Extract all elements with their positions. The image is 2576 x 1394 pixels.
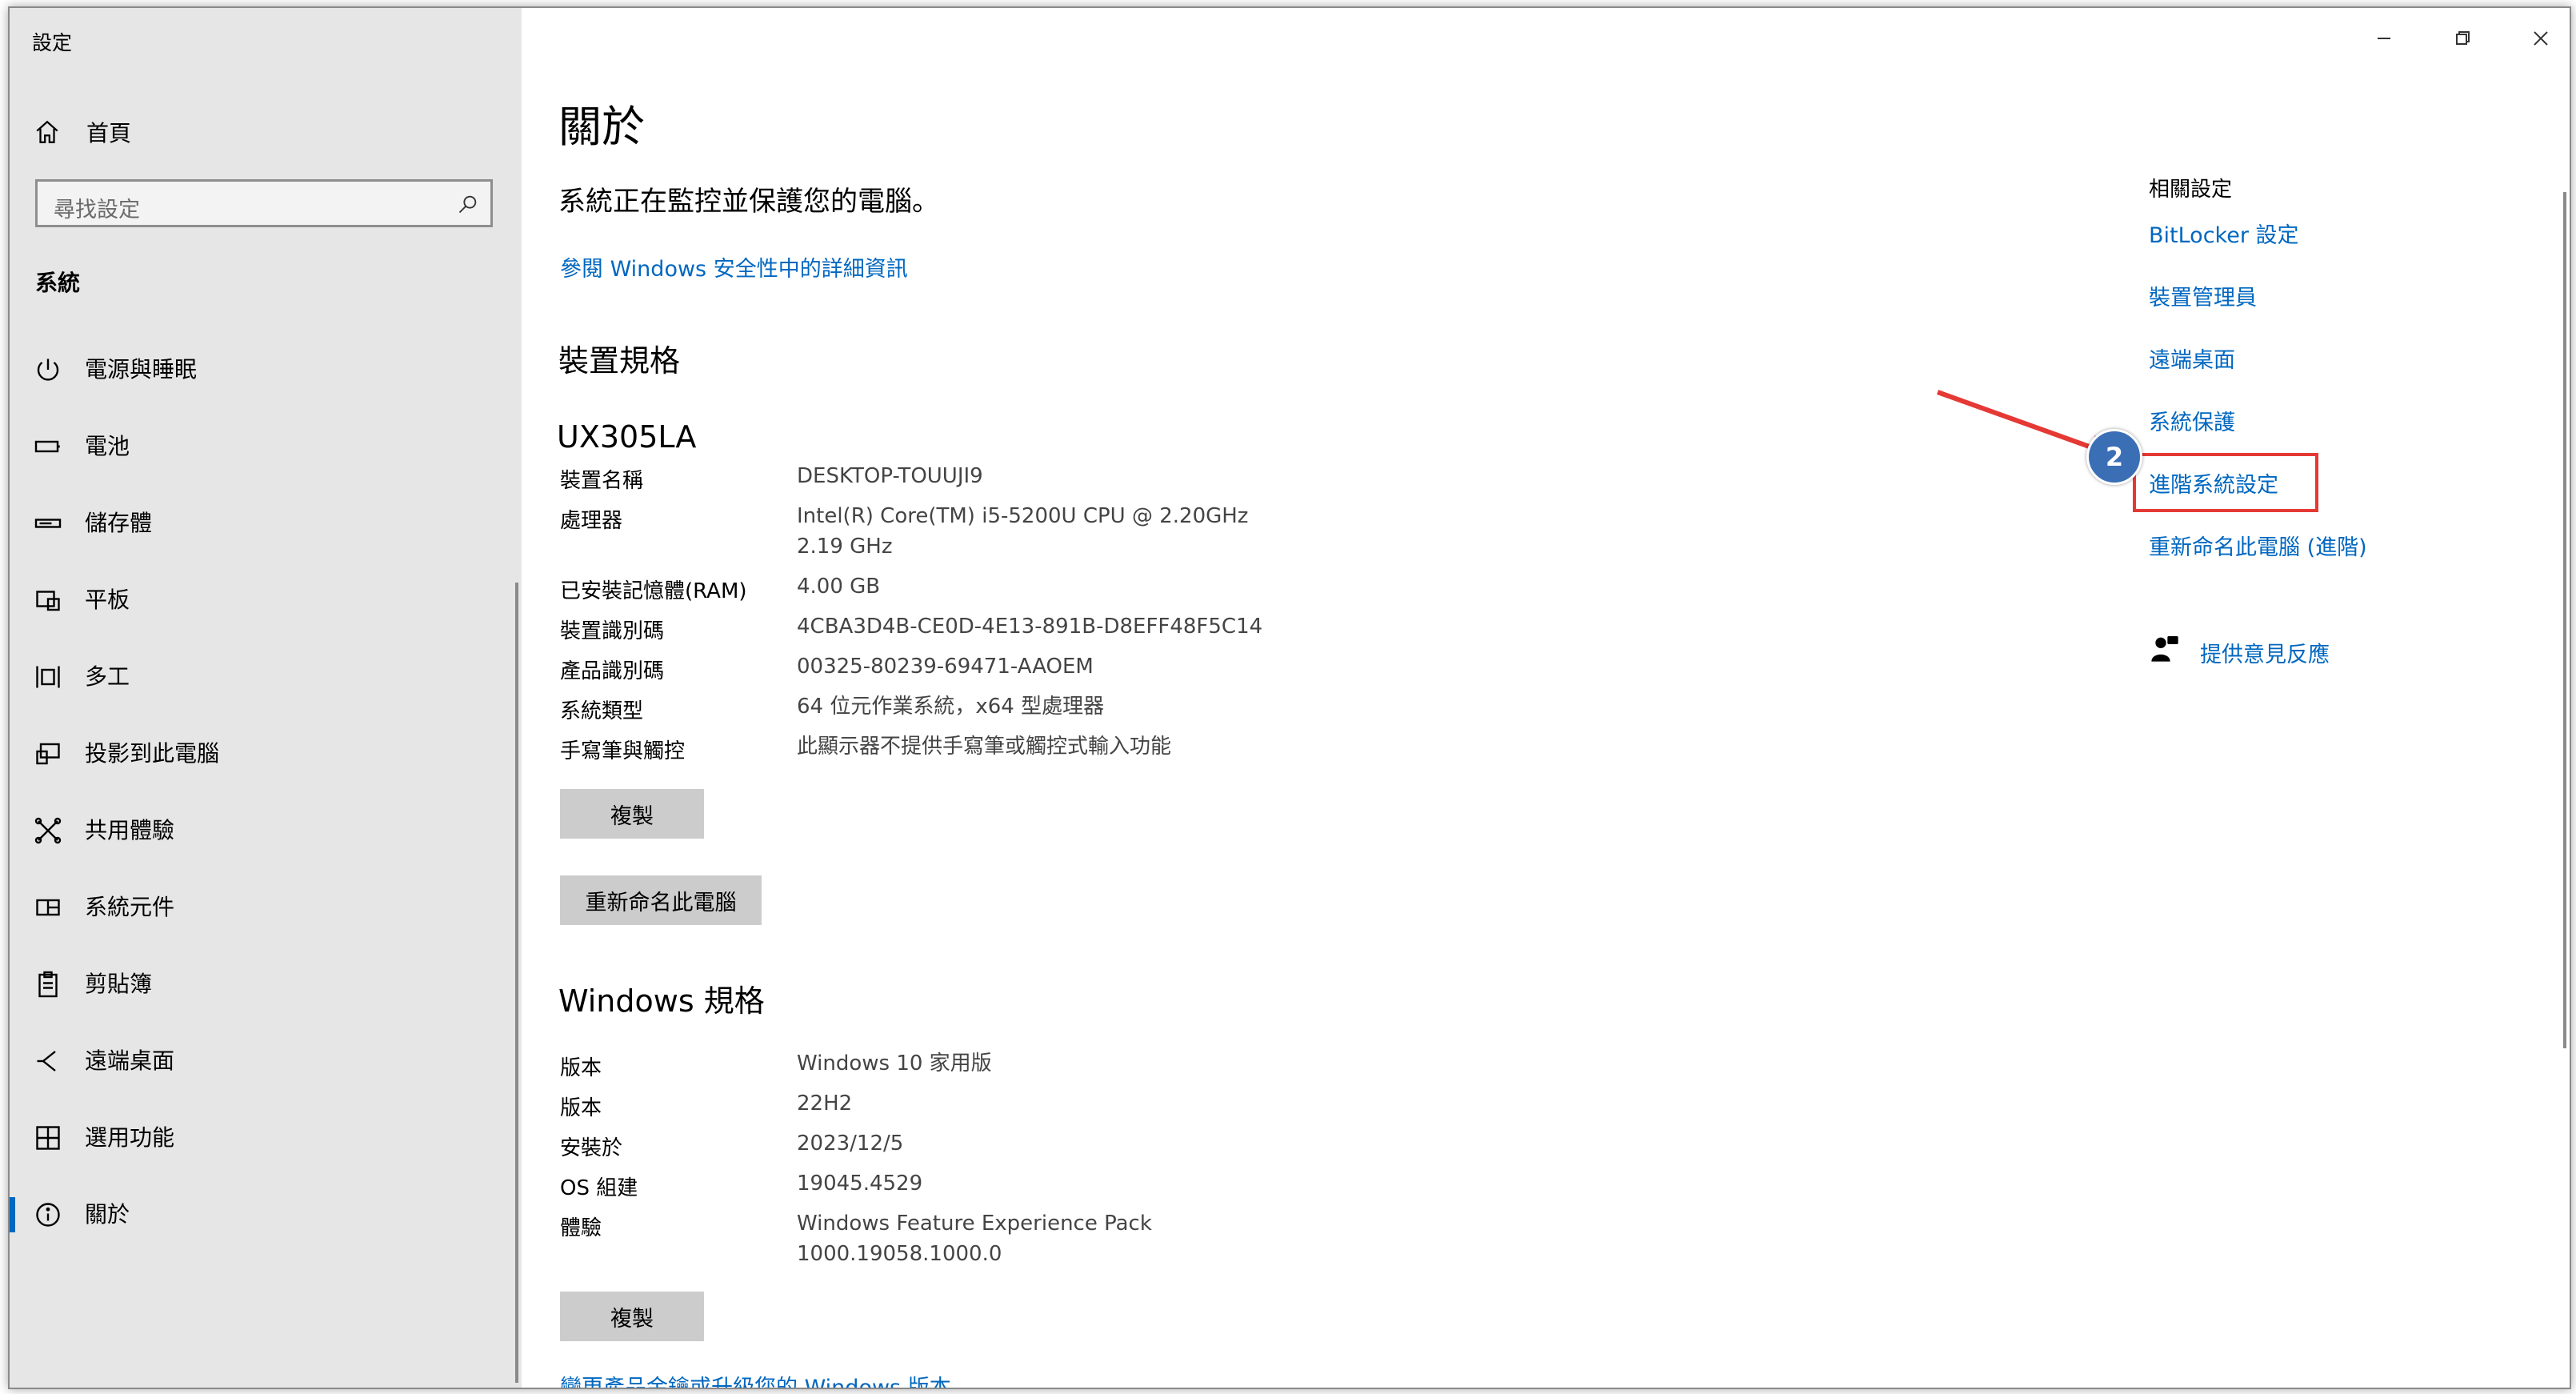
windows-section-title: Windows 規格 xyxy=(558,983,765,1019)
page-title: 關於 xyxy=(558,102,645,152)
spec-label: 安裝於 xyxy=(560,1136,623,1160)
search-input[interactable]: 尋找設定 xyxy=(35,179,493,227)
spec-value: 00325-80239-69471-AAOEM xyxy=(797,655,1094,679)
related-settings-title: 相關設定 xyxy=(2149,178,2233,202)
sidebar-item-shared-experiences[interactable]: 共用體驗 xyxy=(10,799,514,863)
settings-window: 設定 首頁 尋找設定 系統 電源與睡眠 電池 儲存體 平板 多工 投影到此電腦 … xyxy=(8,6,2571,1389)
remote-desktop-link[interactable]: 遠端桌面 xyxy=(2149,342,2235,374)
feedback-icon xyxy=(2151,636,2178,662)
sidebar-item-storage[interactable]: 儲存體 xyxy=(10,491,514,555)
sidebar-item-project[interactable]: 投影到此電腦 xyxy=(10,722,514,786)
spec-value-line2: 1000.19058.1000.0 xyxy=(797,1242,1002,1266)
feedback-link[interactable]: 提供意見反應 xyxy=(2200,637,2330,668)
sidebar-scrollbar[interactable] xyxy=(515,583,518,1383)
info-icon xyxy=(36,1203,60,1227)
sidebar-item-battery[interactable]: 電池 xyxy=(10,415,514,479)
sidebar: 設定 首頁 尋找設定 系統 電源與睡眠 電池 儲存體 平板 多工 投影到此電腦 … xyxy=(10,8,522,1388)
change-product-key-link[interactable]: 變更產品金鑰或升級您的 Windows 版本 xyxy=(560,1370,951,1388)
spec-label: 產品識別碼 xyxy=(560,659,665,683)
main-scrollbar[interactable] xyxy=(2563,192,2566,1048)
sidebar-item-label: 剪貼簿 xyxy=(85,971,153,997)
sidebar-item-label: 遠端桌面 xyxy=(85,1048,175,1074)
spec-label: 手寫筆與觸控 xyxy=(560,739,686,763)
search-placeholder: 尋找設定 xyxy=(54,198,140,222)
spec-value: 2023/12/5 xyxy=(797,1132,904,1156)
sidebar-item-label: 多工 xyxy=(85,663,130,690)
sidebar-item-multitasking[interactable]: 多工 xyxy=(10,645,514,709)
rename-pc-button[interactable]: 重新命名此電腦 xyxy=(560,875,762,925)
spec-label: OS 組建 xyxy=(560,1176,638,1200)
spec-label: 處理器 xyxy=(560,509,623,533)
device-manager-link[interactable]: 裝置管理員 xyxy=(2149,280,2257,311)
battery-icon xyxy=(34,440,60,453)
device-section-title: 裝置規格 xyxy=(558,343,681,379)
bitlocker-settings-link[interactable]: BitLocker 設定 xyxy=(2149,218,2299,249)
sidebar-item-system-components[interactable]: 系統元件 xyxy=(10,875,514,939)
spec-label: 版本 xyxy=(560,1056,602,1080)
sidebar-item-remote-desktop[interactable]: 遠端桌面 xyxy=(10,1029,514,1093)
multitasking-icon xyxy=(36,666,60,688)
protection-text: 系統正在監控並保護您的電腦。 xyxy=(558,186,939,218)
spec-value: 4CBA3D4B-CE0D-4E13-891B-D8EFF48F5C14 xyxy=(797,615,1263,639)
spec-value: DESKTOP-TOUUJI9 xyxy=(797,464,983,488)
spec-value: 19045.4529 xyxy=(797,1172,923,1196)
shared-experiences-icon xyxy=(34,817,62,844)
sidebar-item-label: 選用功能 xyxy=(85,1124,175,1151)
window-title: 設定 xyxy=(32,31,73,54)
highlight-box xyxy=(2133,453,2318,512)
sidebar-item-label: 儲存體 xyxy=(85,510,153,536)
spec-value-line2: 2.19 GHz xyxy=(797,535,893,559)
sidebar-item-tablet[interactable]: 平板 xyxy=(10,568,514,632)
sidebar-item-label: 投影到此電腦 xyxy=(85,740,220,767)
copy-windows-specs-button[interactable]: 複製 xyxy=(560,1292,704,1341)
tablet-icon xyxy=(36,591,60,611)
spec-value: Intel(R) Core(TM) i5-5200U CPU @ 2.20GHz xyxy=(797,504,1249,528)
spec-label: 版本 xyxy=(560,1096,602,1120)
sidebar-item-optional-features[interactable]: 選用功能 xyxy=(10,1106,514,1170)
sidebar-section-title: 系統 xyxy=(35,270,81,296)
sidebar-item-power-sleep[interactable]: 電源與睡眠 xyxy=(10,338,514,402)
home-nav-item[interactable]: 首頁 xyxy=(34,112,131,152)
spec-label: 已安裝記憶體(RAM) xyxy=(560,579,747,603)
spec-value: 4.00 GB xyxy=(797,575,881,599)
close-button[interactable] xyxy=(2517,22,2565,54)
spec-label: 系統類型 xyxy=(560,699,644,723)
system-protection-link[interactable]: 系統保護 xyxy=(2149,405,2235,436)
sidebar-item-label: 電池 xyxy=(85,433,130,459)
spec-value: 22H2 xyxy=(797,1092,853,1116)
device-model: UX305LA xyxy=(557,419,697,455)
home-label: 首頁 xyxy=(86,120,132,146)
rename-pc-advanced-link[interactable]: 重新命名此電腦 (進階) xyxy=(2149,530,2367,561)
spec-value: 64 位元作業系統，x64 型處理器 xyxy=(797,695,1105,719)
sidebar-item-label: 共用體驗 xyxy=(85,817,175,843)
spec-label: 裝置識別碼 xyxy=(560,619,665,643)
sidebar-item-label: 平板 xyxy=(85,587,130,613)
sidebar-item-about[interactable]: 關於 xyxy=(10,1183,514,1247)
sidebar-item-label: 關於 xyxy=(85,1201,130,1228)
home-icon xyxy=(36,120,58,143)
minimize-button[interactable] xyxy=(2360,22,2408,54)
spec-label: 體驗 xyxy=(560,1216,602,1240)
restore-button[interactable] xyxy=(2438,22,2486,54)
power-icon xyxy=(37,359,59,381)
clipboard-icon xyxy=(38,971,58,998)
storage-icon xyxy=(34,519,62,528)
copy-device-specs-button[interactable]: 複製 xyxy=(560,789,704,839)
spec-value: 此顯示器不提供手寫筆或觸控式輸入功能 xyxy=(797,735,1172,759)
project-icon xyxy=(36,743,60,765)
sidebar-item-label: 系統元件 xyxy=(85,894,175,920)
remote-desktop-icon xyxy=(37,1051,56,1072)
system-components-icon xyxy=(36,899,60,916)
sidebar-item-label: 電源與睡眠 xyxy=(85,356,198,383)
step-badge: 2 xyxy=(2086,429,2142,485)
spec-value: Windows Feature Experience Pack xyxy=(797,1212,1152,1236)
optional-features-icon xyxy=(36,1126,60,1150)
search-icon[interactable] xyxy=(457,193,479,215)
spec-label: 裝置名稱 xyxy=(560,469,644,493)
spec-value: Windows 10 家用版 xyxy=(797,1052,992,1076)
sidebar-item-clipboard[interactable]: 剪貼簿 xyxy=(10,952,514,1016)
security-details-link[interactable]: 參閱 Windows 安全性中的詳細資訊 xyxy=(560,251,908,282)
